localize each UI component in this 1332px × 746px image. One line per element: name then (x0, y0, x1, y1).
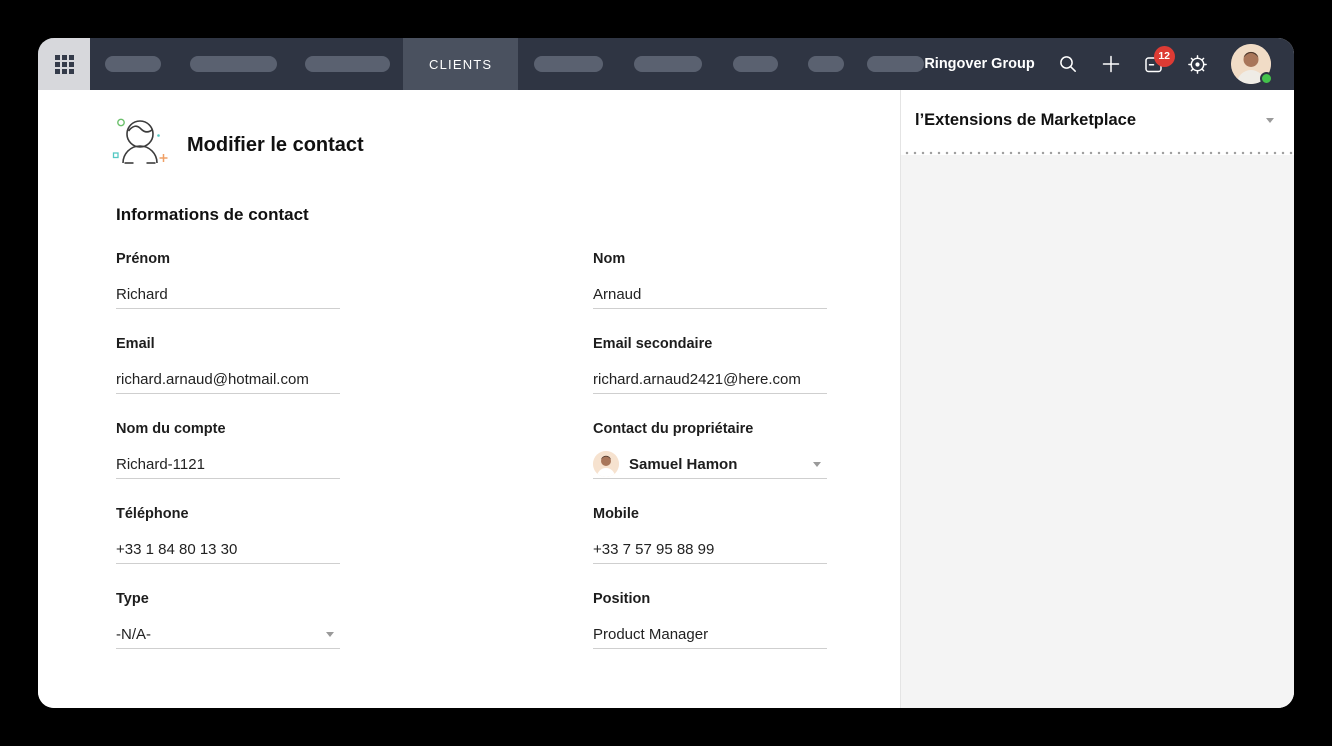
grid-icon (55, 55, 74, 74)
field-contact-owner: Contact du propriétaire Samuel Hamon (593, 421, 827, 479)
field-label: Position (593, 591, 827, 607)
panel-header[interactable]: l’Extensions de Marketplace (901, 90, 1294, 151)
field-mobile: Mobile +33 7 57 95 88 99 (593, 506, 827, 564)
nav-tab-placeholder-4[interactable] (534, 56, 603, 72)
field-value: +33 7 57 95 88 99 (593, 541, 714, 558)
main-content: Modifier le contact Informations de cont… (38, 90, 1294, 708)
field-value: Product Manager (593, 626, 708, 643)
field-email: Email richard.arnaud@hotmail.com (116, 336, 340, 394)
form-header: Modifier le contact (110, 114, 900, 177)
edit-contact-form: Modifier le contact Informations de cont… (38, 90, 900, 708)
field-value: Arnaud (593, 286, 641, 303)
last-name-input[interactable]: Arnaud (593, 280, 827, 309)
position-input[interactable]: Product Manager (593, 620, 827, 649)
owner-avatar (593, 451, 619, 477)
type-select[interactable]: -N/A- (116, 620, 340, 649)
tab-clients[interactable]: CLIENTS (403, 38, 518, 90)
field-label: Nom (593, 251, 827, 267)
notification-count-badge: 12 (1154, 46, 1175, 67)
field-value: Richard-1121 (116, 456, 205, 473)
contact-owner-select[interactable]: Samuel Hamon (593, 450, 827, 479)
field-last-name: Nom Arnaud (593, 251, 827, 309)
field-value: -N/A- (116, 626, 151, 643)
user-avatar[interactable] (1231, 44, 1271, 84)
email-input[interactable]: richard.arnaud@hotmail.com (116, 365, 340, 394)
caret-down-icon (813, 462, 821, 467)
top-navigation-bar: CLIENTS Ringover Group (38, 38, 1294, 90)
marketplace-extensions-panel: l’Extensions de Marketplace (900, 90, 1294, 708)
field-position: Position Product Manager (593, 591, 827, 649)
field-type: Type -N/A- (116, 591, 340, 649)
field-value: richard.arnaud2421@here.com (593, 371, 801, 388)
contact-fields-grid: Prénom Richard Nom Arnaud Email richard.… (116, 251, 900, 649)
panel-body (901, 155, 1294, 708)
field-phone: Téléphone +33 1 84 80 13 30 (116, 506, 340, 564)
caret-down-icon (326, 632, 334, 637)
field-label: Contact du propriétaire (593, 421, 827, 437)
plus-icon[interactable] (1101, 54, 1121, 74)
account-name-input[interactable]: Richard-1121 (116, 450, 340, 479)
secondary-email-input[interactable]: richard.arnaud2421@here.com (593, 365, 827, 394)
search-icon[interactable] (1058, 54, 1078, 74)
online-status-dot (1260, 72, 1273, 85)
notifications-icon[interactable]: 12 (1144, 55, 1164, 74)
field-label: Email (116, 336, 340, 352)
nav-tab-placeholder-8[interactable] (867, 56, 924, 72)
field-secondary-email: Email secondaire richard.arnaud2421@here… (593, 336, 827, 394)
page-title: Modifier le contact (187, 134, 364, 157)
settings-gear-icon[interactable] (1187, 54, 1208, 75)
nav-tab-placeholder-1[interactable] (105, 56, 161, 72)
nav-tab-placeholder-6[interactable] (733, 56, 778, 72)
org-name: Ringover Group (924, 56, 1034, 72)
nav-tab-placeholder-7[interactable] (808, 56, 844, 72)
first-name-input[interactable]: Richard (116, 280, 340, 309)
nav-tabs: CLIENTS (90, 38, 924, 90)
phone-input[interactable]: +33 1 84 80 13 30 (116, 535, 340, 564)
app-launcher-button[interactable] (38, 38, 90, 90)
contact-person-icon (110, 114, 170, 177)
field-value: +33 1 84 80 13 30 (116, 541, 237, 558)
nav-tab-placeholder-5[interactable] (634, 56, 702, 72)
field-value: richard.arnaud@hotmail.com (116, 371, 309, 388)
panel-title: l’Extensions de Marketplace (915, 111, 1136, 130)
field-account-name: Nom du compte Richard-1121 (116, 421, 340, 479)
field-label: Nom du compte (116, 421, 340, 437)
field-label: Téléphone (116, 506, 340, 522)
field-label: Mobile (593, 506, 827, 522)
caret-down-icon[interactable] (1266, 118, 1274, 123)
field-label: Type (116, 591, 340, 607)
nav-tab-placeholder-3[interactable] (305, 56, 390, 72)
field-label: Prénom (116, 251, 340, 267)
tab-clients-label: CLIENTS (429, 57, 492, 72)
field-label: Email secondaire (593, 336, 827, 352)
mobile-input[interactable]: +33 7 57 95 88 99 (593, 535, 827, 564)
topbar-right-cluster: Ringover Group 12 (924, 38, 1294, 90)
section-title: Informations de contact (116, 205, 900, 225)
nav-tab-placeholder-2[interactable] (190, 56, 277, 72)
owner-name: Samuel Hamon (629, 456, 737, 473)
app-window: CLIENTS Ringover Group (38, 38, 1294, 708)
field-first-name: Prénom Richard (116, 251, 340, 309)
field-value: Richard (116, 286, 168, 303)
